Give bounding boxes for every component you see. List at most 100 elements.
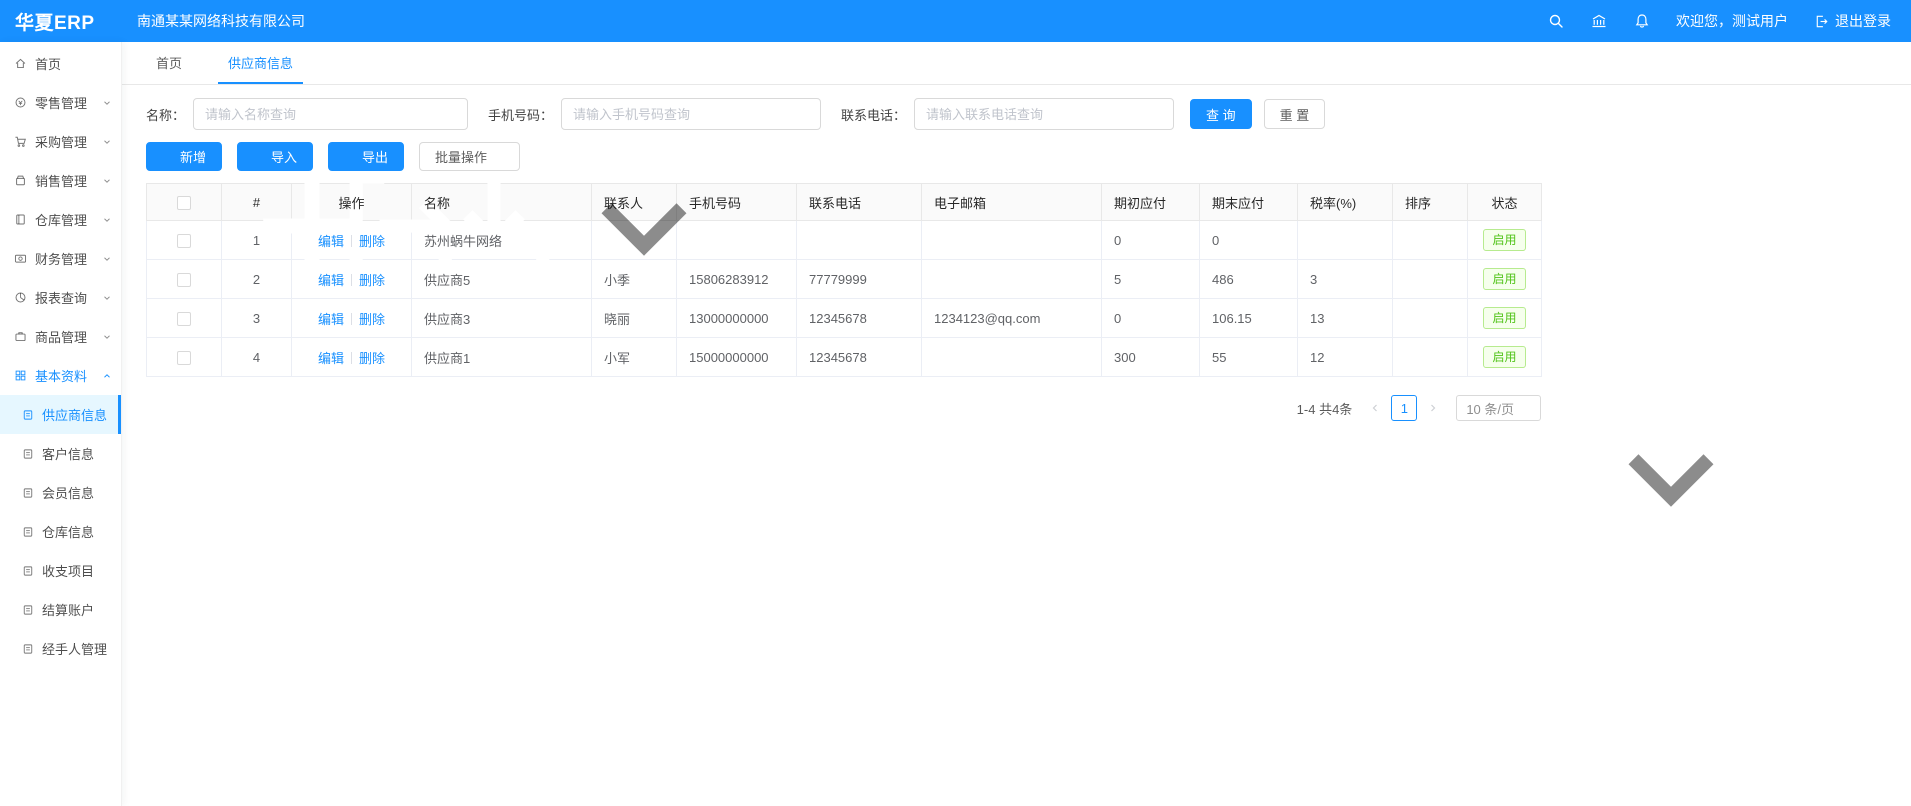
search-icon[interactable]: [1548, 13, 1564, 29]
chevron-down-icon: [1521, 403, 1531, 413]
chevron-down-icon: [102, 98, 112, 108]
pagination-total: 1-4 共4条: [1297, 399, 1353, 418]
tab-supplier-info[interactable]: 供应商信息: [218, 42, 303, 84]
sidebar-item-label: 会员信息: [42, 483, 94, 502]
row-checkbox[interactable]: [177, 273, 191, 287]
col-status: 状态: [1468, 184, 1542, 221]
cell-index: 3: [222, 299, 292, 338]
col-email: 电子邮箱: [922, 184, 1102, 221]
cell-phone: 12345678: [797, 338, 922, 377]
cell-tax-rate: 13: [1298, 299, 1393, 338]
add-button-label: 新增: [180, 147, 206, 166]
row-checkbox[interactable]: [177, 351, 191, 365]
delete-link[interactable]: 删除: [359, 351, 385, 366]
sidebar-item-retail-management[interactable]: 零售管理: [0, 83, 121, 122]
chevron-down-icon: [102, 137, 112, 147]
edit-link[interactable]: 编辑: [318, 312, 344, 327]
export-button[interactable]: 导出: [328, 142, 404, 171]
name-filter-input[interactable]: [193, 98, 468, 130]
row-checkbox[interactable]: [177, 234, 191, 248]
edit-link[interactable]: 编辑: [318, 234, 344, 249]
cell-phone: 77779999: [797, 260, 922, 299]
col-tax-rate: 税率(%): [1298, 184, 1393, 221]
table-row: 3 编辑删除 供应商3 晓丽 13000000000 12345678 1234…: [147, 299, 1542, 338]
edit-link[interactable]: 编辑: [318, 273, 344, 288]
current-page-button[interactable]: 1: [1391, 395, 1417, 421]
home-icon: [14, 57, 27, 70]
status-badge: 启用: [1483, 229, 1525, 251]
row-checkbox[interactable]: [177, 312, 191, 326]
status-badge: 启用: [1483, 268, 1525, 290]
logout-button[interactable]: 退出登录: [1814, 11, 1891, 31]
doc-icon: [22, 448, 34, 460]
sidebar-item-purchase-management[interactable]: 采购管理: [0, 122, 121, 161]
tab-home[interactable]: 首页: [146, 42, 192, 84]
cell-closing-payable: 486: [1200, 260, 1298, 299]
select-all-checkbox[interactable]: [177, 196, 191, 210]
tab-bar: 首页 供应商信息: [122, 42, 1911, 85]
sidebar-item-sales-management[interactable]: 销售管理: [0, 161, 121, 200]
doc-icon: [22, 604, 34, 616]
sidebar-item-basic-data[interactable]: 基本资料: [0, 356, 121, 395]
import-button[interactable]: 导入: [237, 142, 313, 171]
cell-sort: [1393, 221, 1468, 260]
filter-bar: 名称： 手机号码： 联系电话： 查 询 重 置: [146, 98, 1887, 130]
bell-icon[interactable]: [1634, 13, 1650, 29]
import-button-label: 导入: [271, 147, 297, 166]
cell-opening-payable: 300: [1102, 338, 1200, 377]
delete-link[interactable]: 删除: [359, 234, 385, 249]
prev-page-button[interactable]: [1364, 397, 1386, 419]
sidebar-item-member-info[interactable]: 会员信息: [0, 473, 121, 512]
sidebar-item-customer-info[interactable]: 客户信息: [0, 434, 121, 473]
cell-phone: [797, 221, 922, 260]
status-badge: 启用: [1483, 346, 1525, 368]
add-button[interactable]: 新增: [146, 142, 222, 171]
edit-link[interactable]: 编辑: [318, 351, 344, 366]
top-bar: 华夏ERP 南通某某网络科技有限公司 欢迎您，测试用户 退出登录: [0, 0, 1911, 42]
cell-sort: [1393, 260, 1468, 299]
delete-link[interactable]: 删除: [359, 273, 385, 288]
reset-button[interactable]: 重 置: [1264, 99, 1326, 129]
export-icon: [344, 151, 356, 163]
sidebar-item-report-query[interactable]: 报表查询: [0, 278, 121, 317]
cell-closing-payable: 0: [1200, 221, 1298, 260]
sidebar-item-goods-management[interactable]: 商品管理: [0, 317, 121, 356]
company-name: 南通某某网络科技有限公司: [137, 11, 305, 31]
cell-email: [922, 221, 1102, 260]
next-page-button[interactable]: [1422, 397, 1444, 419]
sidebar-item-supplier-info[interactable]: 供应商信息: [0, 395, 121, 434]
cell-opening-payable: 0: [1102, 299, 1200, 338]
sidebar-item-settlement-account[interactable]: 结算账户: [0, 590, 121, 629]
sidebar-item-warehouse-info[interactable]: 仓库信息: [0, 512, 121, 551]
sidebar-item-label: 结算账户: [42, 600, 94, 619]
app-logo: 华夏ERP: [0, 8, 122, 35]
delete-link[interactable]: 删除: [359, 312, 385, 327]
chevron-down-icon: [102, 254, 112, 264]
sidebar-item-label: 供应商信息: [42, 405, 107, 424]
sidebar-item-label: 仓库管理: [35, 210, 87, 229]
sidebar-item-label: 经手人管理: [42, 639, 107, 658]
phone-filter-input[interactable]: [914, 98, 1174, 130]
toolbar: 新增 导入 导出 批量操作: [146, 142, 1887, 171]
logout-icon: [1814, 14, 1829, 29]
sidebar-item-income-expense-items[interactable]: 收支项目: [0, 551, 121, 590]
mobile-filter-label: 手机号码：: [488, 105, 553, 124]
purchase-cart-icon: [14, 135, 27, 148]
sidebar-item-home[interactable]: 首页: [0, 44, 121, 83]
bank-icon[interactable]: [1591, 13, 1607, 29]
batch-actions-button[interactable]: 批量操作: [419, 142, 520, 171]
page-size-select[interactable]: 10 条/页: [1456, 395, 1541, 421]
cell-closing-payable: 106.15: [1200, 299, 1298, 338]
cell-tax-rate: 12: [1298, 338, 1393, 377]
sidebar-item-label: 基本资料: [35, 366, 87, 385]
sidebar-item-handler-management[interactable]: 经手人管理: [0, 629, 121, 668]
search-button[interactable]: 查 询: [1190, 99, 1252, 129]
cell-tax-rate: 3: [1298, 260, 1393, 299]
status-badge: 启用: [1483, 307, 1525, 329]
sidebar: 首页 零售管理 采购管理 销售管理 仓库管理 财务管理: [0, 42, 122, 806]
sidebar-item-warehouse-management[interactable]: 仓库管理: [0, 200, 121, 239]
sidebar-item-label: 销售管理: [35, 171, 87, 190]
sidebar-item-finance-management[interactable]: 财务管理: [0, 239, 121, 278]
chevron-up-icon: [102, 371, 112, 381]
mobile-filter-input[interactable]: [561, 98, 821, 130]
